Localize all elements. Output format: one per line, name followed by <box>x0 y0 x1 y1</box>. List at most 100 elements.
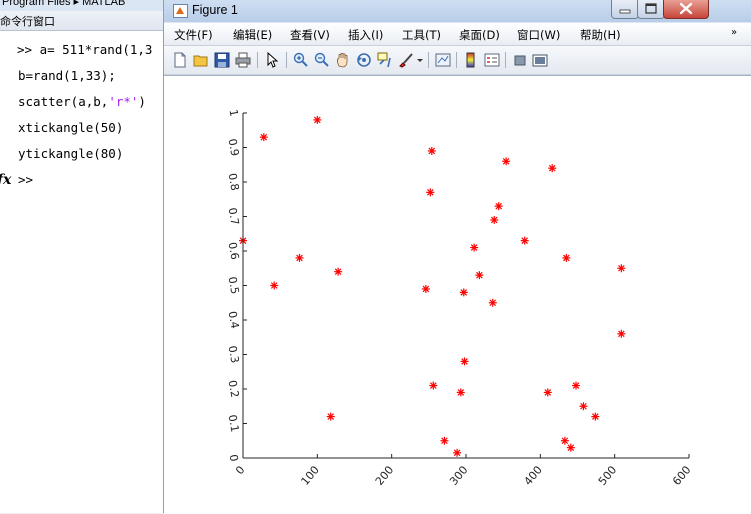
new-figure-icon[interactable] <box>172 52 188 68</box>
dropdown-arrow-icon[interactable] <box>416 52 424 68</box>
figure-title: Figure 1 <box>192 3 238 17</box>
y-tick-label: 0 <box>226 453 240 462</box>
rotate-3d-icon[interactable] <box>356 52 372 68</box>
toolbar-separator <box>286 52 287 68</box>
minimize-button[interactable] <box>611 0 639 19</box>
data-point <box>259 133 268 142</box>
code-text: b=rand(1,33); <box>18 68 116 83</box>
link-plot-icon[interactable] <box>435 52 451 68</box>
code-text: scatter(a,b, <box>18 94 109 109</box>
brush-icon[interactable] <box>398 52 414 68</box>
menu-file[interactable]: 文件(F) <box>174 27 213 43</box>
data-point <box>543 388 552 397</box>
x-tick-label: 400 <box>521 464 544 488</box>
data-point <box>295 253 304 262</box>
minimize-icon <box>619 9 631 14</box>
code-text: a= 511*rand(1,3 <box>39 42 153 57</box>
menu-edit[interactable]: 编辑(E) <box>233 27 272 43</box>
data-point <box>475 271 484 280</box>
maximize-button[interactable] <box>637 0 665 19</box>
y-tick-label: 0.9 <box>226 138 242 157</box>
data-point <box>502 157 511 166</box>
data-point <box>470 243 479 252</box>
code-line-1: >> a= 511*rand(1,3 <box>17 42 152 57</box>
data-point <box>566 443 575 452</box>
menu-help[interactable]: 帮助(H) <box>580 27 621 43</box>
menu-overflow-icon[interactable]: » <box>731 27 737 38</box>
menu-desktop[interactable]: 桌面(D) <box>459 27 500 43</box>
code-text: xtickangle(50) <box>18 120 124 135</box>
function-browser-icon[interactable]: fx <box>0 172 11 188</box>
command-window-titlebar: 命令行窗口 <box>0 11 170 31</box>
pointer-icon[interactable] <box>264 52 280 68</box>
menu-tools[interactable]: 工具(T) <box>402 27 441 43</box>
data-point <box>494 202 503 211</box>
code-text: ytickangle(80) <box>18 146 124 161</box>
data-point <box>560 436 569 445</box>
data-point <box>562 253 571 262</box>
current-folder-path[interactable]: Program Files ▸ MATLAB <box>0 0 170 11</box>
menu-view[interactable]: 查看(V) <box>290 27 330 43</box>
data-point <box>617 264 626 273</box>
colorbar-icon[interactable] <box>463 52 479 68</box>
toolbar-separator <box>257 52 258 68</box>
y-tick-label: 0.5 <box>226 276 242 295</box>
matlab-figure-icon <box>173 4 188 18</box>
y-tick-label: 0.3 <box>226 345 242 364</box>
close-icon <box>679 2 693 15</box>
data-point <box>326 412 335 421</box>
y-tick-label: 0.1 <box>226 414 242 433</box>
figure-toolbar <box>164 46 751 75</box>
data-point <box>427 146 436 155</box>
zoom-out-icon[interactable] <box>314 52 330 68</box>
data-point <box>572 381 581 390</box>
scatter-plot[interactable]: 0 100 200 300 400 500 600 0 0.1 0.2 0.3 0.4 0.5 0.6 0.… <box>164 76 751 513</box>
toolbar-separator <box>456 52 457 68</box>
code-line-2: b=rand(1,33); <box>18 68 116 83</box>
hide-plot-tools-icon[interactable] <box>512 52 528 68</box>
close-button[interactable] <box>663 0 709 19</box>
print-icon[interactable] <box>235 52 251 68</box>
code-line-4: xtickangle(50) <box>18 120 123 135</box>
data-point <box>548 164 557 173</box>
y-tick-label: 1 <box>226 108 240 117</box>
menu-insert[interactable]: 插入(I) <box>348 27 383 43</box>
command-prompt[interactable]: >> <box>18 172 33 187</box>
code-line-3: scatter(a,b,'r*') <box>18 94 146 109</box>
data-point <box>313 115 322 124</box>
x-tick-label: 600 <box>670 464 693 488</box>
x-tick-label: 100 <box>298 464 321 488</box>
data-point <box>453 448 462 457</box>
figure-titlebar[interactable]: Figure 1 <box>164 0 751 22</box>
toolbar-separator <box>505 52 506 68</box>
figure-canvas[interactable]: 0 100 200 300 400 500 600 0 0.1 0.2 0.3 0.4 0.5 0.6 0.… <box>164 75 751 514</box>
data-point <box>459 288 468 297</box>
data-point <box>460 357 469 366</box>
menu-window[interactable]: 窗口(W) <box>517 27 560 43</box>
data-point <box>579 402 588 411</box>
data-point <box>429 381 438 390</box>
data-point <box>270 281 279 290</box>
pan-icon[interactable] <box>335 52 351 68</box>
y-tick-label: 0.2 <box>226 379 242 398</box>
y-tick-label: 0.6 <box>226 241 242 260</box>
x-tick-label: 200 <box>373 464 396 488</box>
data-cursor-icon[interactable] <box>377 52 393 68</box>
legend-icon[interactable] <box>484 52 500 68</box>
command-window[interactable]: Program Files ▸ MATLAB 命令行窗口 >> a= 511*r… <box>0 0 170 513</box>
x-tick-label: 0 <box>233 464 247 478</box>
y-tick-label: 0.8 <box>226 172 242 191</box>
save-icon[interactable] <box>214 52 230 68</box>
path-text: Program Files ▸ MATLAB <box>2 0 126 8</box>
data-point <box>456 388 465 397</box>
data-point <box>488 298 497 307</box>
show-plot-tools-icon[interactable] <box>532 52 548 68</box>
y-tick-label: 0.4 <box>226 310 242 329</box>
x-tick-label: 300 <box>447 464 470 488</box>
code-text: ) <box>138 94 146 109</box>
prompt: >> <box>17 42 40 57</box>
open-file-icon[interactable] <box>193 52 209 68</box>
zoom-in-icon[interactable] <box>293 52 309 68</box>
code-line-5: ytickangle(80) <box>18 146 123 161</box>
data-point <box>421 284 430 293</box>
